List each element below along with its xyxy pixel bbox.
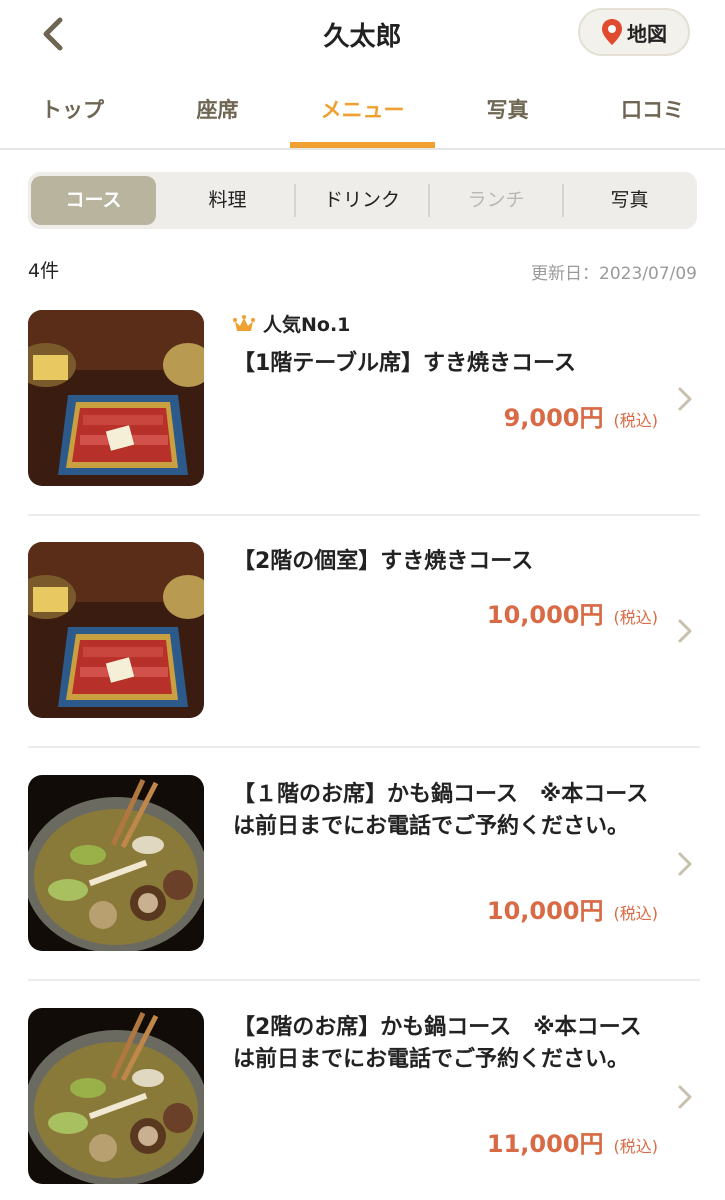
subtab-drinks[interactable]: ドリンク [296,176,428,225]
popularity-badge: 人気No.1 [233,310,350,337]
price-value: 9,000円 [503,404,604,432]
badge-label: 人気No.1 [263,314,351,336]
subtab-course[interactable]: コース [31,176,156,225]
course-price: 10,000円 (税込) [487,891,658,926]
price-value: 10,000円 [486,601,604,629]
app-header: 久太郎 地図 [0,0,725,70]
sub-tab-bar: コース 料理 ドリンク ランチ 写真 [28,172,697,229]
tab-top[interactable]: トップ [0,80,145,148]
map-label: 地図 [627,21,667,46]
course-price: 9,000円 (税込) [504,398,658,433]
course-price: 11,000円 (税込) [487,1124,658,1159]
list-divider [28,514,700,516]
course-title: 【2階のお席】かも鍋コース ※本コースは前日までにお電話でご予約ください。 [233,1015,642,1072]
course-price: 10,000円 (税込) [487,595,658,630]
sukiyaki-photo [28,310,204,486]
updated-date: 更新日：2023/07/09 [531,264,697,284]
kamonabe-photo [28,1008,204,1184]
price-value: 11,000円 [486,1130,604,1158]
course-title: 【2階の個室】すき焼きコース [233,549,534,574]
chevron-right-icon [678,1085,692,1109]
tab-reviews[interactable]: 口コミ [580,80,725,148]
course-item[interactable]: 【１階のお席】かも鍋コース ※本コースは前日までにお電話でご予約ください。 10… [28,775,700,951]
map-button[interactable]: 地図 [578,8,690,56]
subtab-lunch: ランチ [467,189,525,211]
active-tab-indicator [290,142,435,148]
course-item[interactable]: 【2階のお席】かも鍋コース ※本コースは前日までにお電話でご予約ください。 11… [28,1008,700,1184]
chevron-right-icon [678,852,692,876]
subtab-photos[interactable]: 写真 [564,176,695,225]
tab-seats[interactable]: 座席 [145,80,290,148]
tab-photos[interactable]: 写真 [435,80,580,148]
course-title: 【1階テーブル席】すき焼きコース [233,351,576,376]
main-tab-bar: トップ 座席 メニュー 写真 口コミ [0,80,725,150]
course-item[interactable]: 【2階の個室】すき焼きコース 10,000円 (税込) [28,542,700,718]
course-item[interactable]: 人気No.1 【1階テーブル席】すき焼きコース 9,000円 (税込) [28,310,700,486]
result-count: 4件 [28,260,60,282]
subtab-dishes[interactable]: 料理 [161,176,294,225]
list-divider [28,979,700,981]
list-divider [28,746,700,748]
tax-label: (税込) [613,1137,659,1156]
map-pin-icon [602,19,622,45]
kamonabe-photo [28,775,204,951]
tax-label: (税込) [613,411,659,430]
tax-label: (税込) [613,608,659,627]
course-title: 【１階のお席】かも鍋コース ※本コースは前日までにお電話でご予約ください。 [233,782,649,839]
sukiyaki-photo [28,542,204,718]
tax-label: (税込) [613,904,659,923]
chevron-right-icon [678,619,692,643]
tab-menu[interactable]: メニュー [290,80,435,148]
chevron-right-icon [678,387,692,411]
price-value: 10,000円 [486,897,604,925]
crown-icon [233,314,255,331]
